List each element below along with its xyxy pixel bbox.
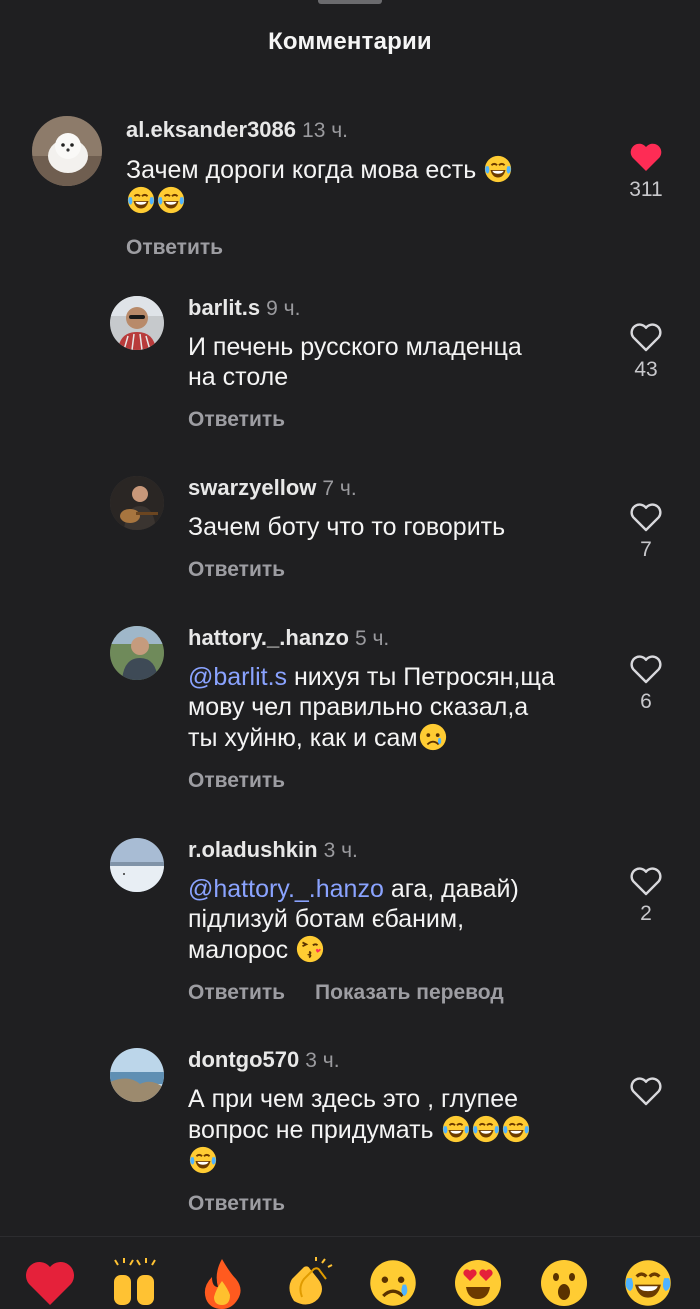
like-button[interactable]: 43	[626, 322, 666, 382]
man-outdoors-avatar[interactable]	[110, 626, 164, 680]
show-translation-button[interactable]: Показать перевод	[315, 981, 504, 1004]
raising-hands-icon[interactable]	[108, 1257, 160, 1309]
mention-link[interactable]: @barlit.s	[188, 663, 287, 691]
joy-emoji	[441, 1114, 471, 1144]
white-dog-avatar[interactable]	[32, 116, 102, 186]
reply-button[interactable]: Ответить	[188, 558, 285, 581]
like-button[interactable]: 311	[626, 142, 666, 202]
heart-outline-icon	[630, 1077, 662, 1106]
joy-emoji	[501, 1114, 531, 1144]
sheet-title: Комментарии	[268, 28, 432, 55]
comment-username[interactable]: al.eksander3086	[126, 117, 296, 142]
joy-emoji	[156, 185, 186, 215]
heart-outline-icon	[630, 503, 662, 532]
sheet-drag-handle[interactable]	[318, 0, 382, 4]
comment-text: @barlit.s нихуя ты Петросян,ща мову чел …	[188, 663, 555, 752]
mention-link[interactable]: @hattory._.hanzo	[188, 875, 384, 903]
like-count: 2	[640, 902, 652, 925]
comment-time: 3 ч.	[323, 839, 358, 862]
like-count: 6	[640, 690, 652, 713]
comment-text: А при чем здесь это , глупее вопрос не п…	[188, 1084, 608, 1176]
like-count: 43	[634, 358, 658, 381]
like-button[interactable]	[626, 1076, 666, 1112]
joy-emoji	[126, 185, 156, 215]
comment-username[interactable]: swarzyellow	[188, 475, 316, 500]
man-sunglasses-avatar[interactable]	[110, 296, 164, 350]
joy-face-icon[interactable]	[622, 1257, 674, 1309]
reply-button[interactable]: Ответить	[188, 1192, 285, 1215]
heart-eyes-icon[interactable]	[452, 1257, 504, 1309]
like-count: 311	[629, 178, 663, 201]
joy-emoji	[471, 1114, 501, 1144]
like-count: 7	[640, 538, 652, 561]
comment-time: 9 ч.	[266, 297, 301, 320]
crying-emoji	[418, 722, 448, 752]
comment-text: @hattory._.hanzo ага, давай) підлизуй бо…	[188, 875, 519, 964]
comment-text: Зачем боту что то говорить	[188, 513, 506, 541]
fire-icon[interactable]	[196, 1257, 248, 1309]
comment-time: 5 ч.	[354, 627, 390, 650]
reply-button[interactable]: Ответить	[188, 769, 285, 792]
comment-username[interactable]: dontgo570	[188, 1047, 299, 1072]
joy-emoji	[188, 1145, 218, 1175]
red-heart-icon[interactable]	[24, 1257, 76, 1309]
comment-text: И печень русского младенца на столе	[188, 333, 522, 391]
reply-button[interactable]: Ответить	[126, 236, 223, 259]
like-button[interactable]: 6	[626, 654, 666, 714]
comment-time: 13 ч.	[302, 119, 348, 142]
kissing-emoji	[295, 934, 325, 964]
heart-filled-icon	[630, 143, 662, 171]
seaside-cliff-avatar[interactable]	[110, 1048, 164, 1102]
joy-emoji	[483, 154, 513, 184]
comment-time: 3 ч.	[305, 1049, 340, 1072]
comment-username[interactable]: barlit.s	[188, 295, 260, 320]
comment-time: 7 ч.	[322, 477, 357, 500]
comments-sheet: Комментарии al.eksander3086 13 ч. Зачем д…	[0, 0, 700, 1309]
reply-button[interactable]: Ответить	[188, 408, 285, 431]
clapping-hands-icon[interactable]	[282, 1257, 334, 1309]
comment-username[interactable]: hattory._.hanzo	[188, 625, 349, 650]
emoji-quick-bar	[0, 1236, 700, 1309]
comment-text: Зачем дороги когда мова есть	[126, 154, 596, 216]
heart-outline-icon	[630, 655, 662, 684]
comment-username[interactable]: r.oladushkin	[188, 837, 318, 862]
like-button[interactable]: 7	[626, 502, 666, 562]
astonished-face-icon[interactable]	[538, 1257, 590, 1309]
reply-button[interactable]: Ответить	[188, 981, 285, 1004]
heart-outline-icon	[630, 867, 662, 896]
snow-field-avatar[interactable]	[110, 838, 164, 892]
man-with-guitar-avatar[interactable]	[110, 476, 164, 530]
heart-outline-icon	[630, 323, 662, 352]
like-button[interactable]: 2	[626, 866, 666, 926]
crying-face-icon[interactable]	[367, 1257, 419, 1309]
